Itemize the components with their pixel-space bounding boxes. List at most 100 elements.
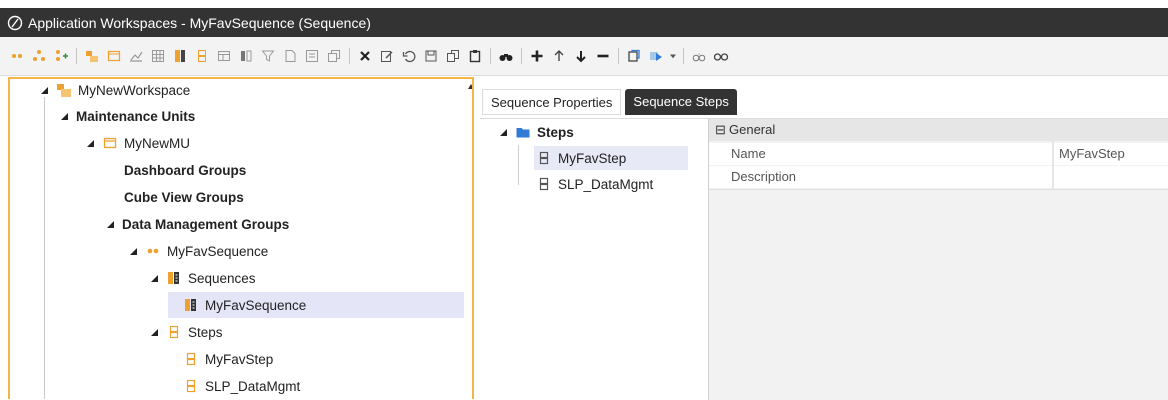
tree-guide-line — [44, 97, 45, 399]
tree-label: MyFavStep — [558, 150, 627, 166]
doc-icon[interactable] — [279, 45, 301, 67]
property-value[interactable]: MyFavStep — [1059, 143, 1125, 165]
tree-node-mu[interactable]: MyNewMU — [85, 131, 190, 155]
property-name: Name — [731, 146, 766, 161]
table-icon[interactable] — [213, 45, 235, 67]
expanded-arrow-icon[interactable] — [105, 219, 116, 230]
expanded-arrow-icon[interactable] — [149, 327, 160, 338]
steps-item[interactable]: SLP_DataMgmt — [536, 172, 653, 196]
steps-item[interactable]: MyFavStep — [536, 146, 626, 170]
property-name: Description — [731, 169, 797, 184]
open-icon[interactable] — [623, 45, 645, 67]
expanded-arrow-icon[interactable] — [498, 127, 509, 138]
step-icon[interactable] — [191, 45, 213, 67]
column-divider[interactable] — [1052, 119, 1054, 189]
tree-node-workspace[interactable]: MyNewWorkspace — [39, 79, 191, 102]
tree-label: Sequences — [188, 270, 256, 286]
tree-label: SLP_DataMgmt — [558, 176, 654, 192]
tree-node-dm-groups[interactable]: Data Management Groups — [105, 212, 289, 236]
step-icon — [183, 378, 199, 394]
tree-label: Data Management Groups — [122, 216, 290, 232]
binoculars-icon[interactable] — [495, 45, 517, 67]
filter-icon[interactable] — [257, 45, 279, 67]
glasses-icon[interactable] — [710, 45, 732, 67]
step-icon — [536, 150, 552, 166]
steps-tree-panel[interactable]: Steps MyFavStep SLP_DataMgmt — [480, 118, 709, 400]
edit-icon[interactable] — [376, 45, 398, 67]
run-icon[interactable] — [645, 45, 667, 67]
copy-icon[interactable] — [442, 45, 464, 67]
folder-icon — [515, 124, 531, 140]
toolbar-separator — [521, 48, 522, 64]
property-grid[interactable]: ⊟ General Name MyFavStep Description — [709, 118, 1168, 400]
grid-divider — [709, 189, 1168, 190]
tree-node-steps[interactable]: Steps — [149, 320, 223, 344]
property-row[interactable]: Description — [709, 166, 1168, 188]
grid-icon[interactable] — [147, 45, 169, 67]
property-row[interactable]: Name MyFavStep — [709, 143, 1168, 165]
toolbar-separator — [76, 48, 77, 64]
sequence-icon[interactable] — [169, 45, 191, 67]
category-row[interactable]: ⊟ General — [709, 119, 1168, 141]
add-icon[interactable] — [526, 45, 548, 67]
dm-group-icon — [145, 243, 161, 259]
tree-guide-line — [518, 145, 519, 185]
window-icon[interactable] — [323, 45, 345, 67]
sequence-icon — [183, 297, 199, 313]
up-icon[interactable] — [548, 45, 570, 67]
dots-icon[interactable] — [6, 45, 28, 67]
remove-icon[interactable] — [592, 45, 614, 67]
step-icon — [166, 324, 182, 340]
workspace-tree[interactable]: MyNewWorkspace Maintenance Units MyNewMU… — [8, 77, 474, 399]
toolbar-separator — [490, 48, 491, 64]
tree-label: Cube View Groups — [124, 189, 244, 205]
form-icon[interactable] — [301, 45, 323, 67]
workspace-icon — [56, 82, 72, 98]
tab-sequence-properties[interactable]: Sequence Properties — [482, 89, 622, 115]
category-label: General — [729, 122, 776, 137]
columns-icon[interactable] — [235, 45, 257, 67]
down-icon[interactable] — [570, 45, 592, 67]
window-title: Application Workspaces - MyFavSequence (… — [28, 14, 371, 31]
steps-root-node[interactable]: Steps — [498, 120, 574, 144]
tree-label: MyNewWorkspace — [78, 82, 191, 98]
tree-label: Steps — [188, 324, 223, 340]
tree-label: MyFavStep — [205, 351, 274, 367]
tree-label: Maintenance Units — [76, 108, 196, 124]
undo-icon[interactable] — [398, 45, 420, 67]
tree-node-dashboard-groups[interactable]: Dashboard Groups — [124, 158, 246, 182]
save-icon[interactable] — [420, 45, 442, 67]
expanded-arrow-icon[interactable] — [59, 111, 70, 122]
step-icon — [536, 176, 552, 192]
tree-node-dm-group[interactable]: MyFavSequence — [128, 239, 268, 263]
search-icon[interactable] — [688, 45, 710, 67]
delete-icon[interactable] — [354, 45, 376, 67]
workspace-icon[interactable] — [81, 45, 103, 67]
tab-sequence-steps[interactable]: Sequence Steps — [625, 89, 737, 115]
tree-node-maintenance-units[interactable]: Maintenance Units — [59, 104, 195, 128]
dropdown-icon[interactable] — [667, 45, 679, 67]
tree-label: MyFavSequence — [205, 297, 307, 313]
title-bar: Application Workspaces - MyFavSequence (… — [0, 8, 1168, 37]
tree-label: MyNewMU — [124, 135, 190, 151]
toolbar — [0, 37, 1168, 76]
tree-node-step-1[interactable]: MyFavStep — [183, 347, 273, 371]
paste-icon[interactable] — [464, 45, 486, 67]
tree-node-sequence-selected[interactable]: MyFavSequence — [183, 293, 306, 317]
tree-node-sequences[interactable]: Sequences — [149, 266, 256, 290]
collapse-icon[interactable]: ⊟ — [715, 119, 726, 141]
expanded-arrow-icon[interactable] — [149, 273, 160, 284]
expanded-arrow-icon[interactable] — [39, 85, 50, 96]
chart-icon[interactable] — [125, 45, 147, 67]
expanded-arrow-icon[interactable] — [85, 138, 96, 149]
mu-icon[interactable] — [103, 45, 125, 67]
tree-node-step-2[interactable]: SLP_DataMgmt — [183, 374, 300, 398]
scroll-up-icon[interactable] — [468, 81, 474, 93]
toolbar-separator — [349, 48, 350, 64]
tree-label: MyFavSequence — [167, 243, 269, 259]
tab-bar: Sequence Properties Sequence Steps — [482, 89, 737, 115]
expanded-arrow-icon[interactable] — [128, 246, 139, 257]
tree-node-cube-view-groups[interactable]: Cube View Groups — [124, 185, 244, 209]
tree-add-icon[interactable] — [50, 45, 72, 67]
tree-icon[interactable] — [28, 45, 50, 67]
